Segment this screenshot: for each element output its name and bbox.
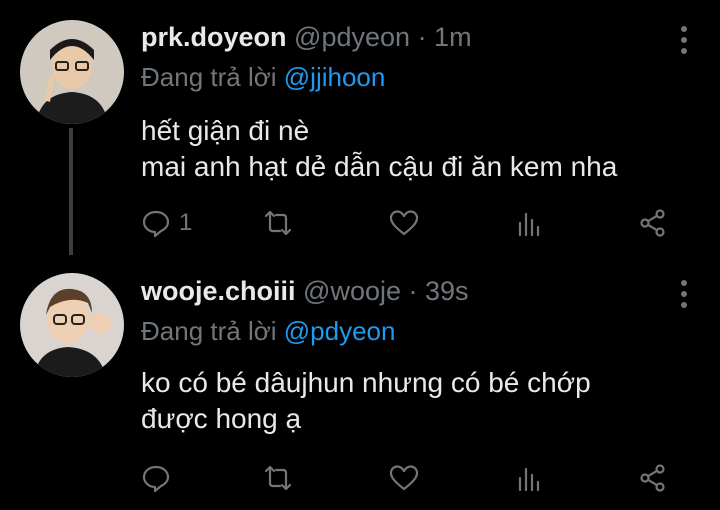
tweet-text: hết giận đi nè mai anh hạt dẻ dẫn cậu đi…: [141, 113, 617, 185]
reply-button[interactable]: [141, 460, 179, 496]
reply-button[interactable]: 1: [141, 205, 192, 241]
reply-count: 1: [179, 209, 193, 236]
share-button[interactable]: [638, 205, 668, 241]
reply-mention[interactable]: @jjihoon: [284, 62, 386, 92]
avatar-photo: [20, 20, 124, 124]
retweet-button[interactable]: [263, 460, 293, 496]
stats-button[interactable]: [515, 460, 545, 496]
thread-line: [69, 128, 73, 255]
display-name[interactable]: prk.doyeon: [141, 22, 287, 52]
avatar-photo: [20, 273, 124, 377]
retweet-icon: [264, 210, 292, 236]
more-options-icon[interactable]: [680, 26, 688, 59]
tweet-text-line: ko có bé dâujhun nhưng có bé chớp: [141, 367, 591, 398]
stats-icon: [518, 212, 540, 237]
display-name[interactable]: wooje.choiii: [141, 276, 296, 306]
handle[interactable]: @wooje: [303, 276, 401, 306]
tweet-header: wooje.choiii @wooje · 39s: [141, 276, 469, 307]
share-icon: [640, 209, 665, 237]
reply-prefix: Đang trả lời: [141, 316, 284, 346]
tweet-1[interactable]: prk.doyeon @pdyeon · 1m Đang trả lời @jj…: [0, 0, 720, 255]
tweet-header: prk.doyeon @pdyeon · 1m: [141, 22, 472, 53]
tweet-text-line: được hong ạ: [141, 403, 302, 434]
reply-context: Đang trả lời @pdyeon: [141, 316, 395, 347]
more-options-icon[interactable]: [680, 280, 688, 313]
like-icon: [389, 210, 419, 236]
handle[interactable]: @pdyeon: [294, 22, 410, 52]
retweet-icon: [264, 465, 292, 491]
timestamp[interactable]: · 39s: [409, 276, 469, 306]
retweet-button[interactable]: [263, 205, 293, 241]
action-bar: 1: [141, 205, 681, 241]
avatar[interactable]: [20, 20, 124, 124]
reply-context: Đang trả lời @jjihoon: [141, 62, 385, 93]
tweet-text: ko có bé dâujhun nhưng có bé chớp được h…: [141, 365, 591, 437]
reply-prefix: Đang trả lời: [141, 62, 284, 92]
like-icon: [389, 465, 419, 491]
reply-icon: [142, 465, 170, 493]
like-button[interactable]: [389, 460, 419, 496]
share-button[interactable]: [638, 460, 668, 496]
action-bar: [141, 460, 681, 496]
reply-mention[interactable]: @pdyeon: [284, 316, 396, 346]
avatar[interactable]: [20, 273, 124, 377]
stats-button[interactable]: [515, 205, 545, 241]
timestamp[interactable]: · 1m: [418, 22, 472, 52]
tweet-text-line: mai anh hạt dẻ dẫn cậu đi ăn kem nha: [141, 151, 618, 182]
reply-icon: [142, 210, 170, 238]
like-button[interactable]: [389, 205, 419, 241]
share-icon: [640, 464, 665, 492]
tweet-2[interactable]: wooje.choiii @wooje · 39s Đang trả lời @…: [0, 255, 720, 510]
stats-icon: [518, 467, 540, 492]
tweet-text-line: hết giận đi nè: [141, 115, 310, 146]
